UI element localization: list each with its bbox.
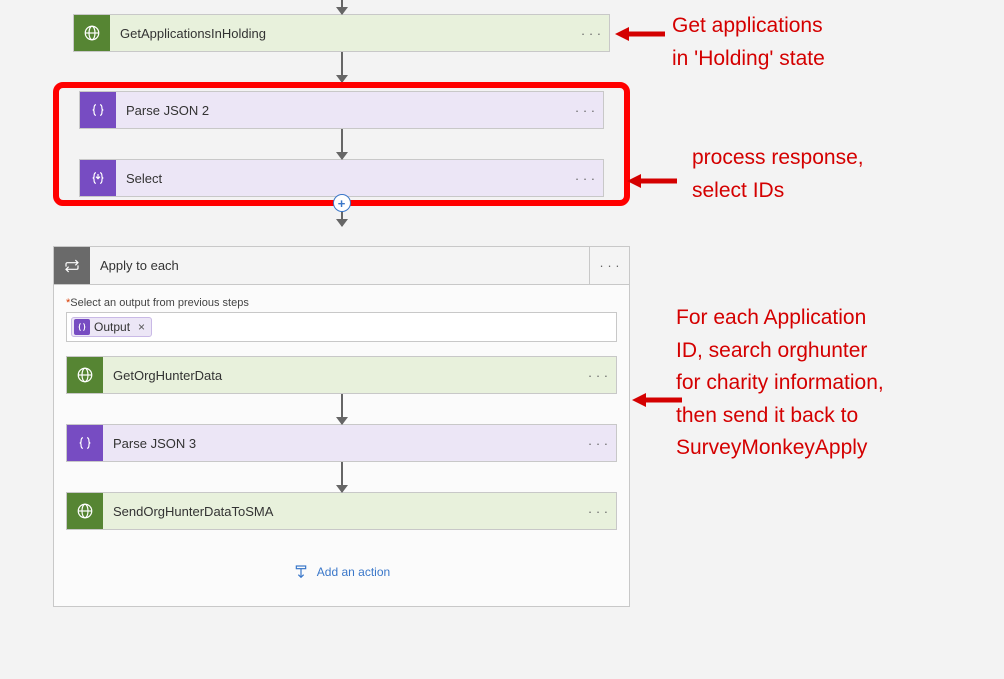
add-action-button[interactable]: Add an action bbox=[293, 564, 390, 580]
flow-column: GetApplicationsInHolding · · · Parse JSO… bbox=[53, 0, 630, 607]
annotation-text: process response, select IDs bbox=[692, 142, 864, 207]
parse-json-icon bbox=[80, 92, 116, 128]
step-label: GetOrgHunterData bbox=[103, 357, 580, 393]
arrow-connector bbox=[341, 129, 343, 159]
step-menu-button[interactable]: · · · bbox=[580, 357, 616, 393]
step-menu-button[interactable]: · · · bbox=[580, 493, 616, 529]
step-label: SendOrgHunterDataToSMA bbox=[103, 493, 580, 529]
arrow-connector bbox=[341, 0, 343, 14]
input-field-label: *Select an output from previous steps bbox=[66, 297, 617, 309]
step-select[interactable]: Select · · · bbox=[79, 159, 604, 197]
select-icon bbox=[80, 160, 116, 196]
step-menu-button[interactable]: · · · bbox=[589, 247, 629, 284]
add-action-label: Add an action bbox=[317, 565, 390, 579]
step-menu-button[interactable]: · · · bbox=[567, 160, 603, 196]
globe-icon bbox=[74, 15, 110, 51]
token-label: Output bbox=[94, 320, 130, 334]
parse-json-icon bbox=[67, 425, 103, 461]
annotation-text: Get applications in 'Holding' state bbox=[672, 10, 825, 75]
step-label: Parse JSON 3 bbox=[103, 425, 580, 461]
arrow-connector bbox=[341, 394, 343, 424]
step-label: Apply to each bbox=[90, 247, 589, 284]
step-menu-button[interactable]: · · · bbox=[580, 425, 616, 461]
apply-to-each-container: Apply to each · · · *Select an output fr… bbox=[53, 246, 630, 607]
annotation-text: For each Application ID, search orghunte… bbox=[676, 302, 884, 465]
highlighted-group: Parse JSON 2 · · · Select · · · + bbox=[53, 82, 630, 206]
globe-icon bbox=[67, 357, 103, 393]
annotation-arrow bbox=[615, 24, 665, 44]
arrow-connector bbox=[341, 52, 343, 82]
token-output[interactable]: Output × bbox=[71, 317, 152, 337]
step-parse-json-2[interactable]: Parse JSON 2 · · · bbox=[79, 91, 604, 129]
step-get-orghunter-data[interactable]: GetOrgHunterData · · · bbox=[66, 356, 617, 394]
step-get-applications-in-holding[interactable]: GetApplicationsInHolding · · · bbox=[73, 14, 610, 52]
step-menu-button[interactable]: · · · bbox=[573, 15, 609, 51]
insert-step-button[interactable]: + bbox=[333, 194, 351, 212]
step-label: Parse JSON 2 bbox=[116, 92, 567, 128]
add-action-icon bbox=[293, 564, 309, 580]
apply-to-each-body: *Select an output from previous steps Ou… bbox=[54, 285, 629, 606]
token-remove[interactable]: × bbox=[138, 320, 145, 334]
step-menu-button[interactable]: · · · bbox=[567, 92, 603, 128]
step-label: GetApplicationsInHolding bbox=[110, 15, 573, 51]
step-parse-json-3[interactable]: Parse JSON 3 · · · bbox=[66, 424, 617, 462]
select-icon bbox=[74, 319, 90, 335]
globe-icon bbox=[67, 493, 103, 529]
foreach-input[interactable]: Output × bbox=[66, 312, 617, 342]
step-send-orghunter-to-sma[interactable]: SendOrgHunterDataToSMA · · · bbox=[66, 492, 617, 530]
arrow-connector bbox=[341, 462, 343, 492]
loop-icon bbox=[54, 247, 90, 284]
annotation-arrow bbox=[632, 390, 682, 410]
inner-steps: GetOrgHunterData · · · Parse JSON 3 · · … bbox=[66, 356, 617, 530]
annotation-arrow bbox=[627, 171, 677, 191]
step-label: Select bbox=[116, 160, 567, 196]
step-apply-to-each[interactable]: Apply to each · · · bbox=[54, 247, 629, 285]
input-field-label-text: Select an output from previous steps bbox=[70, 297, 249, 309]
